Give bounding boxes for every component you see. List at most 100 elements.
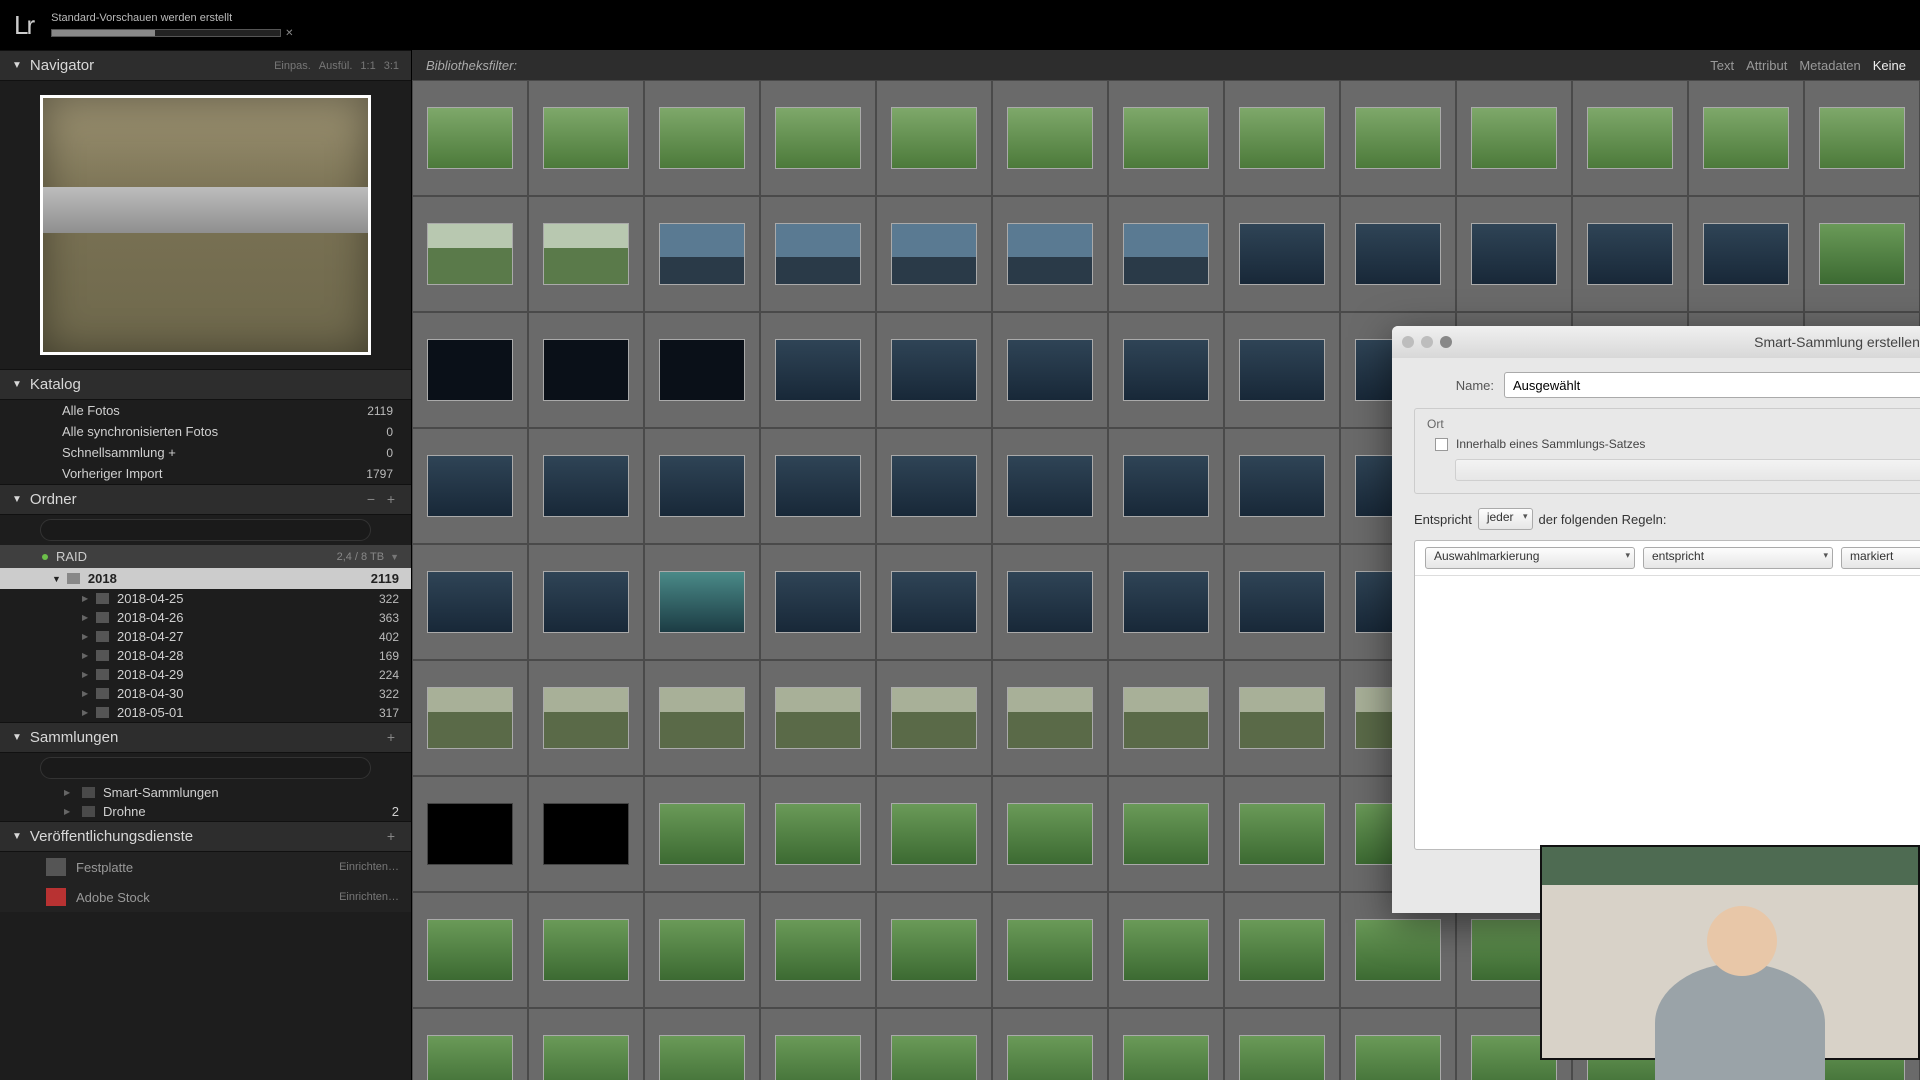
grid-cell[interactable] [1340, 196, 1456, 312]
grid-cell[interactable] [1572, 196, 1688, 312]
grid-cell[interactable] [1224, 312, 1340, 428]
rule-field-dropdown[interactable]: Auswahlmarkierung [1425, 547, 1635, 569]
collection-item[interactable]: ▶Drohne2 [0, 802, 411, 821]
grid-cell[interactable] [528, 196, 644, 312]
grid-cell[interactable] [644, 544, 760, 660]
grid-cell[interactable] [760, 892, 876, 1008]
grid-cell[interactable] [1224, 544, 1340, 660]
grid-cell[interactable] [412, 196, 528, 312]
grid-cell[interactable] [412, 776, 528, 892]
grid-cell[interactable] [992, 892, 1108, 1008]
folder-date-row[interactable]: ▶2018-04-28169 [0, 646, 411, 665]
filter-tab[interactable]: Attribut [1746, 58, 1787, 73]
grid-cell[interactable] [992, 312, 1108, 428]
katalog-item[interactable]: Alle synchronisierten Fotos0 [0, 421, 411, 442]
collection-item[interactable]: ▶Smart-Sammlungen [0, 783, 411, 802]
grid-cell[interactable] [412, 544, 528, 660]
collection-name-input[interactable] [1504, 372, 1920, 398]
folder-date-row[interactable]: ▶2018-04-27402 [0, 627, 411, 646]
publish-service-row[interactable]: Adobe StockEinrichten… [0, 882, 411, 912]
progress-cancel-icon[interactable]: ✕ [285, 28, 293, 39]
grid-cell[interactable] [644, 1008, 760, 1080]
folder-date-row[interactable]: ▶2018-04-29224 [0, 665, 411, 684]
grid-cell[interactable] [1456, 80, 1572, 196]
minus-icon[interactable]: − [363, 492, 379, 508]
grid-cell[interactable] [876, 312, 992, 428]
grid-cell[interactable] [876, 776, 992, 892]
grid-cell[interactable] [1456, 196, 1572, 312]
katalog-item[interactable]: Schnellsammlung +0 [0, 442, 411, 463]
navigator-preview[interactable] [0, 81, 411, 369]
grid-cell[interactable] [876, 428, 992, 544]
grid-cell[interactable] [528, 312, 644, 428]
grid-cell[interactable] [1224, 196, 1340, 312]
grid-cell[interactable] [644, 196, 760, 312]
folder-date-row[interactable]: ▶2018-04-25322 [0, 589, 411, 608]
grid-cell[interactable] [1108, 80, 1224, 196]
grid-cell[interactable] [1224, 776, 1340, 892]
grid-cell[interactable] [1804, 80, 1920, 196]
inside-set-checkbox[interactable] [1435, 438, 1448, 451]
grid-cell[interactable] [876, 80, 992, 196]
navigator-zoom-options[interactable]: Einpas.Ausfül.1:13:1 [266, 60, 399, 72]
grid-cell[interactable] [1108, 776, 1224, 892]
grid-cell[interactable] [760, 196, 876, 312]
match-mode-dropdown[interactable]: jeder [1478, 508, 1533, 530]
grid-cell[interactable] [876, 196, 992, 312]
grid-cell[interactable] [992, 544, 1108, 660]
grid-cell[interactable] [528, 544, 644, 660]
grid-cell[interactable] [412, 428, 528, 544]
grid-cell[interactable] [412, 1008, 528, 1080]
grid-cell[interactable] [1688, 80, 1804, 196]
grid-cell[interactable] [644, 892, 760, 1008]
grid-cell[interactable] [876, 892, 992, 1008]
grid-cell[interactable] [760, 312, 876, 428]
grid-cell[interactable] [644, 428, 760, 544]
grid-cell[interactable] [528, 660, 644, 776]
grid-cell[interactable] [1224, 660, 1340, 776]
grid-cell[interactable] [992, 776, 1108, 892]
grid-cell[interactable] [412, 312, 528, 428]
ordner-header[interactable]: ▼ Ordner −+ [0, 484, 411, 515]
grid-cell[interactable] [1224, 428, 1340, 544]
grid-cell[interactable] [1108, 544, 1224, 660]
rule-value-dropdown[interactable]: markiert [1841, 547, 1920, 569]
grid-cell[interactable] [412, 80, 528, 196]
plus-icon[interactable]: + [383, 492, 399, 508]
grid-cell[interactable] [760, 428, 876, 544]
grid-cell[interactable] [1108, 660, 1224, 776]
window-close-icon[interactable] [1402, 336, 1414, 348]
chevron-down-icon[interactable]: ▼ [390, 552, 399, 562]
filter-tab[interactable]: Text [1710, 58, 1734, 73]
katalog-item[interactable]: Vorheriger Import1797 [0, 463, 411, 484]
dialog-titlebar[interactable]: Smart-Sammlung erstellen [1392, 326, 1920, 358]
grid-cell[interactable] [1108, 312, 1224, 428]
grid-cell[interactable] [760, 776, 876, 892]
grid-cell[interactable] [1688, 196, 1804, 312]
grid-cell[interactable] [760, 660, 876, 776]
grid-cell[interactable] [992, 1008, 1108, 1080]
grid-cell[interactable] [412, 660, 528, 776]
grid-cell[interactable] [1224, 1008, 1340, 1080]
katalog-item[interactable]: Alle Fotos2119 [0, 400, 411, 421]
katalog-header[interactable]: ▼ Katalog [0, 369, 411, 400]
plus-icon[interactable]: + [383, 730, 399, 746]
grid-cell[interactable] [412, 892, 528, 1008]
collection-set-dropdown[interactable] [1455, 459, 1920, 481]
folder-date-row[interactable]: ▶2018-04-26363 [0, 608, 411, 627]
publish-header[interactable]: ▼ Veröffentlichungsdienste + [0, 821, 411, 852]
grid-cell[interactable] [644, 80, 760, 196]
grid-cell[interactable] [1224, 80, 1340, 196]
grid-cell[interactable] [1108, 196, 1224, 312]
navigator-header[interactable]: ▼ Navigator Einpas.Ausfül.1:13:1 [0, 50, 411, 81]
grid-cell[interactable] [1572, 80, 1688, 196]
grid-cell[interactable] [644, 660, 760, 776]
grid-cell[interactable] [1108, 892, 1224, 1008]
plus-icon[interactable]: + [383, 829, 399, 845]
grid-cell[interactable] [644, 312, 760, 428]
folder-search-input[interactable] [40, 519, 371, 541]
grid-cell[interactable] [876, 544, 992, 660]
grid-cell[interactable] [992, 428, 1108, 544]
grid-cell[interactable] [1108, 428, 1224, 544]
grid-cell[interactable] [528, 80, 644, 196]
